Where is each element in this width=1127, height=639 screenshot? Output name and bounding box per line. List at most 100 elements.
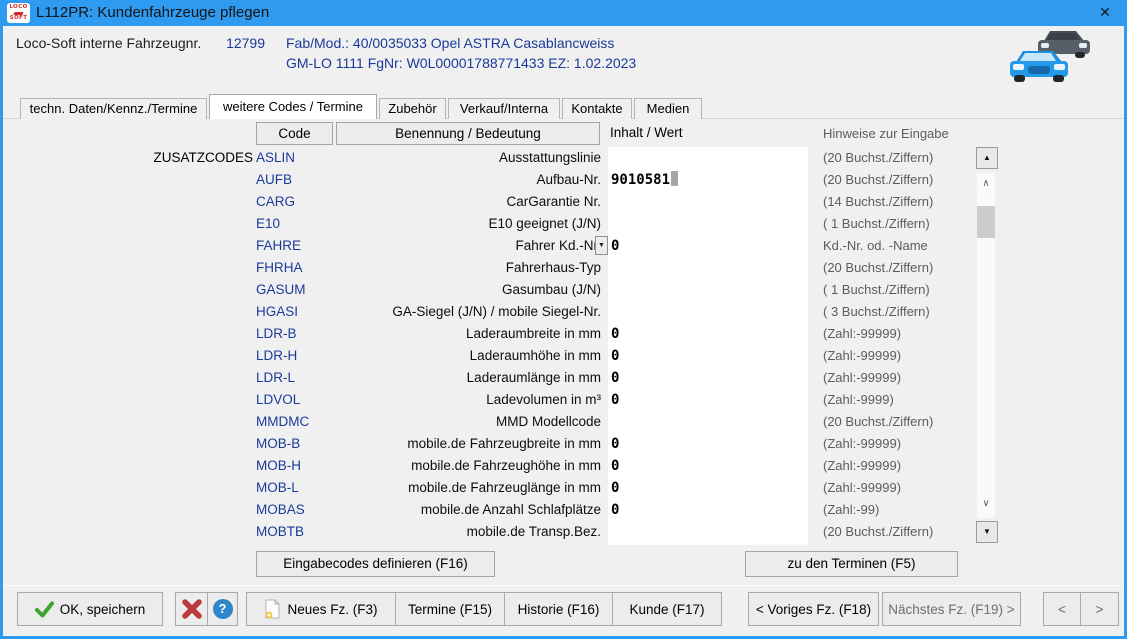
row-code: LDR-H	[256, 345, 297, 367]
row-value-text: 0	[611, 502, 619, 518]
tab-weitere-codes-termine[interactable]: weitere Codes / Termine	[209, 94, 377, 119]
row-value-field[interactable]: 0	[611, 433, 619, 455]
row-value-text: 0	[611, 370, 619, 386]
table-row: MOBTB mobile.de Transp.Bez. (20 Buchst./…	[3, 521, 1003, 543]
termine-button[interactable]: Termine (F15)	[395, 592, 505, 626]
tab-verkauf-interna[interactable]: Verkauf/Interna	[448, 98, 560, 119]
window-kundenfahrzeuge: LOCO SOFT L112PR: Kundenfahrzeuge pflege…	[0, 0, 1127, 639]
row-value-field[interactable]: 0	[611, 367, 619, 389]
table-row: LDR-H Laderaumhöhe in mm 0 (Zahl:-99999)	[3, 345, 1003, 367]
tab-kontakte[interactable]: Kontakte	[562, 98, 632, 119]
table-row: CARG CarGarantie Nr. (14 Buchst./Ziffern…	[3, 191, 1003, 213]
help-icon: ?	[213, 599, 233, 619]
table-row: ZUSATZCODES ASLIN Ausstattungslinie (20 …	[3, 147, 1003, 169]
table-row: GASUM Gasumbau (J/N) ( 1 Buchst./Ziffern…	[3, 279, 1003, 301]
row-code: MOB-B	[256, 433, 300, 455]
table-row: MOB-B mobile.de Fahrzeugbreite in mm 0 (…	[3, 433, 1003, 455]
eingabecodes-definieren-button[interactable]: Eingabecodes definieren (F16)	[256, 551, 495, 577]
scroll-down-button[interactable]: ▼	[976, 521, 998, 543]
cars-icon	[1008, 27, 1096, 89]
row-benennung: GA-Siegel (J/N) / mobile Siegel-Nr.	[303, 301, 601, 323]
scroll-up-button[interactable]: ▲	[976, 147, 998, 169]
scrollbar-chevron-down-icon[interactable]: ∨	[977, 498, 995, 509]
close-icon[interactable]: ✕	[1091, 0, 1119, 26]
row-value-field[interactable]: 9010581	[611, 169, 678, 191]
table-row: FHRHA Fahrerhaus-Typ (20 Buchst./Ziffern…	[3, 257, 1003, 279]
window-title: L112PR: Kundenfahrzeuge pflegen	[36, 0, 269, 26]
row-code: GASUM	[256, 279, 306, 301]
row-value-field[interactable]: 0	[611, 455, 619, 477]
tab-label: weitere Codes / Termine	[223, 99, 363, 114]
row-benennung: Fahrerhaus-Typ	[303, 257, 601, 279]
row-code: AUFB	[256, 169, 292, 191]
chevron-down-icon[interactable]: ▼	[595, 236, 608, 255]
row-benennung: Laderaumbreite in mm	[303, 323, 601, 345]
table-row: LDVOL Ladevolumen in m³ 0 (Zahl:-9999)	[3, 389, 1003, 411]
page-next-button[interactable]: >	[1080, 592, 1119, 626]
row-hint: (20 Buchst./Ziffern)	[823, 521, 933, 543]
row-value-field[interactable]: 0	[611, 235, 619, 257]
ok-label: OK, speichern	[60, 602, 146, 617]
row-value-text: 0	[611, 480, 619, 496]
row-code: MOB-H	[256, 455, 301, 477]
row-code: CARG	[256, 191, 295, 213]
tab-strip: techn. Daten/Kennz./Termine weitere Code…	[20, 94, 704, 119]
row-hint: (Zahl:-99999)	[823, 477, 901, 499]
kunde-button[interactable]: Kunde (F17)	[612, 592, 722, 626]
row-value-text: 0	[611, 238, 619, 254]
tab-zubehör[interactable]: Zubehör	[379, 98, 446, 119]
row-value-field[interactable]: 0	[611, 345, 619, 367]
row-hint: (Zahl:-99999)	[823, 433, 901, 455]
naechstes-fz-button[interactable]: Nächstes Fz. (F19) >	[882, 592, 1021, 626]
row-value-text: 0	[611, 348, 619, 364]
row-benennung: MMD Modellcode	[303, 411, 601, 433]
footer-separator	[3, 585, 1124, 586]
row-value-field[interactable]: 0	[611, 477, 619, 499]
row-value-field[interactable]: 0	[611, 323, 619, 345]
column-header-code[interactable]: Code	[256, 122, 333, 145]
row-hint: ( 1 Buchst./Ziffern)	[823, 279, 930, 301]
help-button[interactable]: ?	[207, 592, 238, 626]
table-row: MOBAS mobile.de Anzahl Schlafplätze 0 (Z…	[3, 499, 1003, 521]
neues-fz-button[interactable]: Neues Fz. (F3)	[246, 592, 396, 626]
scrollbar-chevron-up-icon[interactable]: ∧	[977, 178, 995, 189]
table-row: LDR-B Laderaumbreite in mm 0 (Zahl:-9999…	[3, 323, 1003, 345]
row-code: LDR-L	[256, 367, 295, 389]
column-header-benennung[interactable]: Benennung / Bedeutung	[336, 122, 600, 145]
row-hint: (Zahl:-99999)	[823, 455, 901, 477]
ok-speichern-button[interactable]: OK, speichern	[17, 592, 163, 626]
tab-medien[interactable]: Medien	[634, 98, 702, 119]
table-row: E10 E10 geeignet (J/N) ( 1 Buchst./Ziffe…	[3, 213, 1003, 235]
cancel-button[interactable]	[175, 592, 208, 626]
zu-den-terminen-button[interactable]: zu den Terminen (F5)	[745, 551, 958, 577]
row-code: MMDMC	[256, 411, 309, 433]
internal-vehicle-no-value: 12799	[203, 35, 265, 51]
row-benennung: Gasumbau (J/N)	[303, 279, 601, 301]
row-value-text: 9010581	[611, 172, 670, 188]
titlebar: LOCO SOFT L112PR: Kundenfahrzeuge pflege…	[0, 0, 1127, 26]
row-code: ASLIN	[256, 147, 295, 169]
voriges-fz-button[interactable]: < Voriges Fz. (F18)	[748, 592, 879, 626]
table-row: MOB-H mobile.de Fahrzeughöhe in mm 0 (Za…	[3, 455, 1003, 477]
historie-button[interactable]: Historie (F16)	[504, 592, 613, 626]
row-value-field[interactable]: 0	[611, 389, 619, 411]
row-hint: (20 Buchst./Ziffern)	[823, 257, 933, 279]
row-value-text: 0	[611, 458, 619, 474]
row-benennung: Aufbau-Nr.	[303, 169, 601, 191]
row-value-field[interactable]: 0	[611, 499, 619, 521]
table-row: MOB-L mobile.de Fahrzeuglänge in mm 0 (Z…	[3, 477, 1003, 499]
row-group-label: ZUSATZCODES	[3, 147, 253, 169]
tab-techn-daten-kennz-termine[interactable]: techn. Daten/Kennz./Termine	[20, 98, 207, 119]
loco-soft-logo-icon: LOCO SOFT	[7, 3, 30, 23]
scrollbar-thumb[interactable]	[977, 206, 995, 238]
row-value-text: 0	[611, 436, 619, 452]
tab-label: Verkauf/Interna	[460, 101, 548, 116]
page-prev-button[interactable]: <	[1043, 592, 1081, 626]
row-code: FHRHA	[256, 257, 303, 279]
row-hint: (20 Buchst./Ziffern)	[823, 411, 933, 433]
row-hint: (Zahl:-9999)	[823, 389, 894, 411]
row-benennung: mobile.de Transp.Bez.	[303, 521, 601, 543]
row-benennung: CarGarantie Nr.	[303, 191, 601, 213]
row-code: HGASI	[256, 301, 298, 323]
tab-label: Kontakte	[571, 101, 622, 116]
